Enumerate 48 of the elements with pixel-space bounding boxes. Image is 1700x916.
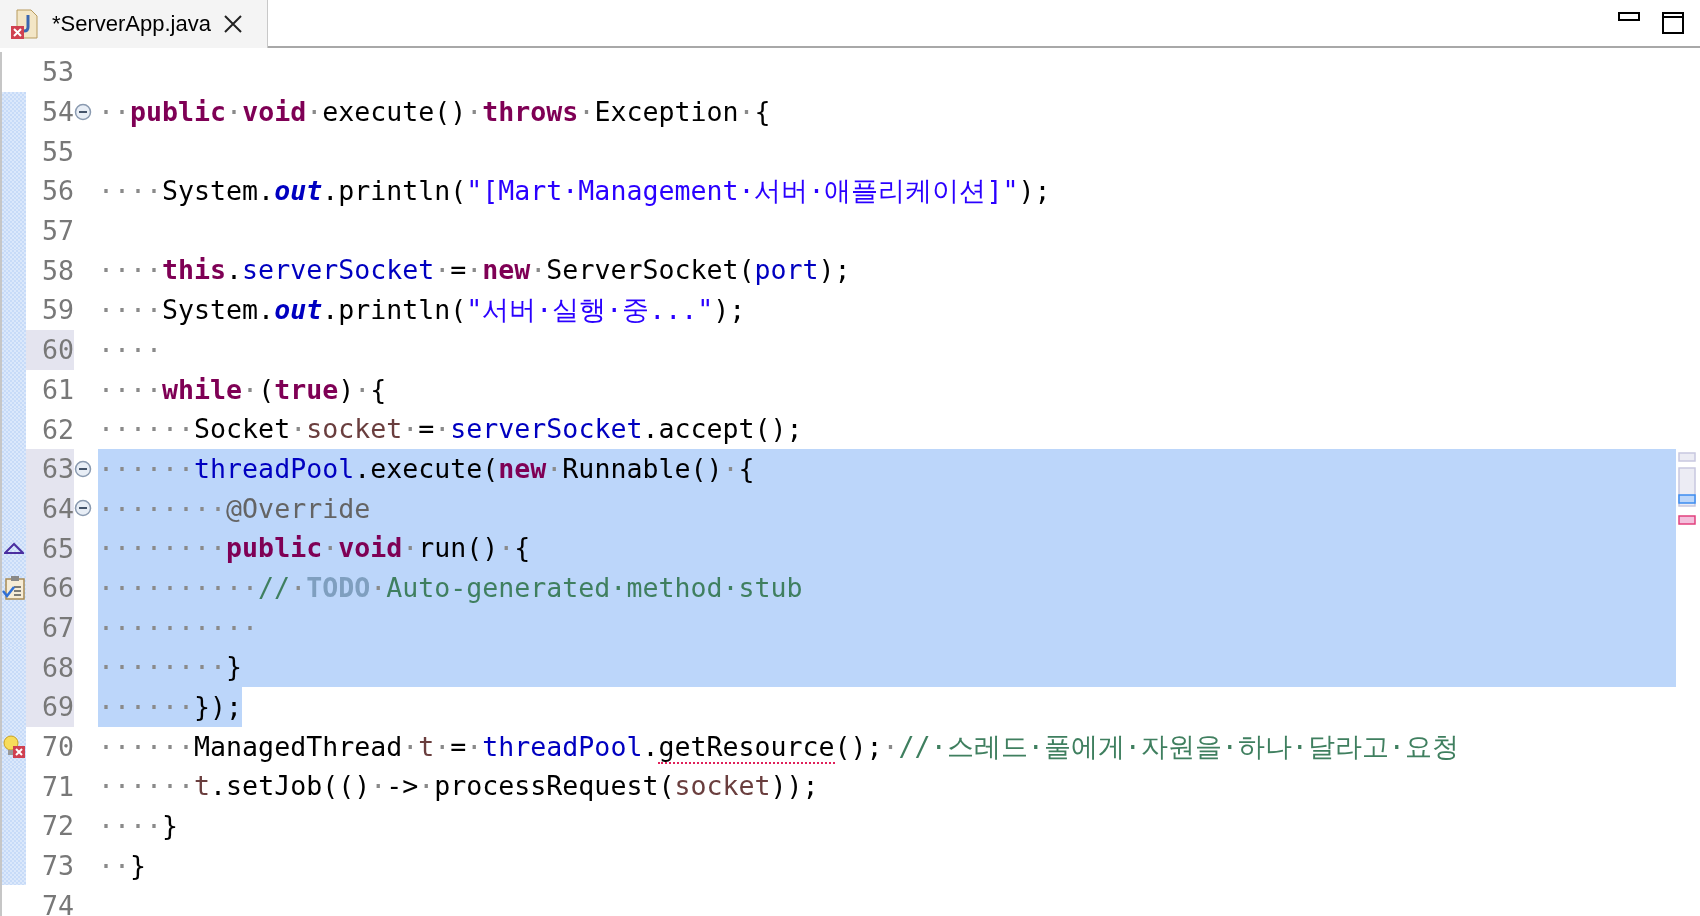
line-number: 66 bbox=[41, 572, 74, 604]
line-number: 53 bbox=[41, 56, 74, 88]
collapse-icon[interactable] bbox=[74, 459, 92, 478]
line-number: 57 bbox=[41, 215, 74, 247]
collapse-icon[interactable] bbox=[74, 499, 92, 518]
code-line: ····while·(true)·{ bbox=[98, 372, 387, 407]
code-line: ······t.setJob(()·->·processRequest(socket)); bbox=[98, 769, 819, 804]
line-number: 58 bbox=[41, 254, 74, 286]
line-number: 73 bbox=[41, 850, 74, 882]
java-file-error-icon bbox=[10, 8, 40, 40]
line-number: 72 bbox=[41, 810, 74, 842]
line-number: 63 bbox=[41, 453, 74, 485]
code-line: ····System.out.println("[Mart·Management·서버·애플리케이션]"); bbox=[98, 174, 1051, 209]
code-line: ······ManagedThread·t·=·threadPool.getResource();·//·스레드·풀에게·자원을·하나·달라고·요청 bbox=[98, 729, 1459, 766]
code-line: ··········//·TODO·Auto-generated·method·stub bbox=[98, 570, 803, 605]
code-line: ··} bbox=[98, 848, 147, 883]
code-line: ······Socket·socket·=·serverSocket.accept(); bbox=[98, 412, 803, 447]
minimize-icon[interactable] bbox=[1618, 12, 1640, 22]
line-number: 55 bbox=[41, 135, 74, 167]
collapse-icon[interactable] bbox=[74, 102, 92, 121]
line-number: 54 bbox=[41, 96, 74, 128]
line-number: 69 bbox=[41, 691, 74, 723]
line-number: 71 bbox=[41, 770, 74, 802]
maximize-icon[interactable] bbox=[1662, 12, 1684, 34]
code-line: ····} bbox=[98, 809, 179, 844]
line-number: 70 bbox=[41, 731, 74, 763]
line-number: 60 bbox=[41, 334, 74, 366]
code-line: ···· bbox=[98, 332, 163, 367]
code-line: ······threadPool.execute(new·Runnable()·{ bbox=[98, 451, 755, 486]
editor-tab[interactable]: *ServerApp.java bbox=[0, 0, 268, 48]
line-number: 74 bbox=[41, 889, 74, 916]
close-icon[interactable] bbox=[223, 14, 243, 34]
line-number: 61 bbox=[41, 373, 74, 405]
line-number: 64 bbox=[41, 492, 74, 524]
code-line: ··public·void·execute()·throws·Exception·{ bbox=[98, 94, 771, 129]
line-number: 62 bbox=[41, 413, 74, 445]
line-number: 56 bbox=[41, 175, 74, 207]
code-line: ····this.serverSocket·=·new·ServerSocket(port); bbox=[98, 253, 851, 288]
code-line: ········public·void·run()·{ bbox=[98, 531, 531, 566]
line-number: 67 bbox=[41, 611, 74, 643]
code-line: ·········· bbox=[98, 610, 259, 645]
line-number: 68 bbox=[41, 651, 74, 683]
code-line: ········@Override bbox=[98, 491, 371, 526]
code-line: ····System.out.println("서버·실행·중..."); bbox=[98, 293, 746, 328]
line-number: 65 bbox=[41, 532, 74, 564]
tab-title: *ServerApp.java bbox=[52, 11, 211, 37]
code-line: ········} bbox=[98, 650, 243, 685]
line-number: 59 bbox=[41, 294, 74, 326]
